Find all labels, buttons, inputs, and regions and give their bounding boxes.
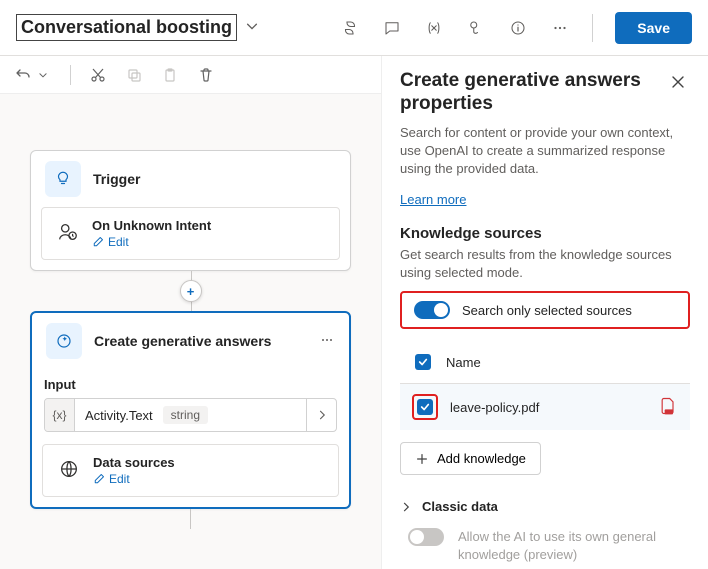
name-column-header: Name xyxy=(446,355,481,370)
copy-icon xyxy=(125,66,143,84)
classic-data-label: Classic data xyxy=(422,499,498,514)
paste-icon xyxy=(161,66,179,84)
gen-title: Create generative answers xyxy=(94,333,271,349)
debug-icon[interactable] xyxy=(466,18,486,38)
comment-icon[interactable] xyxy=(382,18,402,38)
trigger-title: Trigger xyxy=(93,171,140,187)
input-section-label: Input xyxy=(44,377,337,392)
search-selected-toggle[interactable] xyxy=(414,301,450,319)
learn-more-link[interactable]: Learn more xyxy=(400,192,466,207)
fx-icon: {x} xyxy=(45,399,75,431)
trigger-sub-title: On Unknown Intent xyxy=(92,218,211,233)
allow-general-knowledge-label: Allow the AI to use its own general know… xyxy=(458,528,658,563)
ks-row-leave-policy[interactable]: leave-policy.pdf xyxy=(400,384,690,430)
trigger-edit-link[interactable]: Edit xyxy=(92,235,211,249)
edit-label: Edit xyxy=(108,235,129,249)
search-selected-toggle-row: Search only selected sources xyxy=(400,291,690,329)
unknown-intent-icon xyxy=(54,218,82,246)
undo-icon[interactable] xyxy=(14,66,32,84)
edit-label: Edit xyxy=(109,472,130,486)
knowledge-sources-sub: Get search results from the knowledge so… xyxy=(400,246,690,281)
trigger-icon xyxy=(45,161,81,197)
pencil-icon xyxy=(93,473,105,485)
sparkle-icon xyxy=(46,323,82,359)
ks-item-checkbox[interactable] xyxy=(417,399,433,415)
allow-general-knowledge-toggle xyxy=(408,528,444,546)
add-knowledge-label: Add knowledge xyxy=(437,451,526,466)
cut-icon[interactable] xyxy=(89,66,107,84)
input-value-row[interactable]: {x} Activity.Text string xyxy=(44,398,337,432)
separator xyxy=(70,65,71,85)
pdf-file-icon xyxy=(658,396,678,419)
topic-title[interactable]: Conversational boosting xyxy=(16,14,237,41)
ks-item-name: leave-policy.pdf xyxy=(450,400,539,415)
delete-icon[interactable] xyxy=(197,66,215,84)
toggle-label: Search only selected sources xyxy=(462,303,632,318)
trigger-node[interactable]: Trigger On Unknown Intent Edit xyxy=(30,150,351,271)
select-all-checkbox[interactable] xyxy=(415,354,431,370)
plus-icon xyxy=(415,452,429,466)
fx-type-tag: string xyxy=(163,406,208,424)
panel-description: Search for content or provide your own c… xyxy=(400,124,690,179)
add-knowledge-button[interactable]: Add knowledge xyxy=(400,442,541,475)
data-sources-edit-link[interactable]: Edit xyxy=(93,472,175,486)
chevron-down-icon[interactable] xyxy=(243,17,261,38)
generative-answers-node[interactable]: Create generative answers Input {x} Acti… xyxy=(30,311,351,509)
separator xyxy=(592,14,593,42)
data-sources-card[interactable]: Data sources Edit xyxy=(42,444,339,497)
variable-icon[interactable] xyxy=(424,18,444,38)
input-arrow-icon[interactable] xyxy=(306,399,336,431)
chevron-right-icon xyxy=(400,501,412,513)
save-button[interactable]: Save xyxy=(615,12,692,44)
copilot-icon[interactable] xyxy=(340,18,360,38)
classic-data-toggle[interactable]: Classic data xyxy=(400,499,690,514)
knowledge-sources-heading: Knowledge sources xyxy=(400,225,690,242)
ks-header-row: Name xyxy=(400,341,690,384)
trigger-sub-card[interactable]: On Unknown Intent Edit xyxy=(41,207,340,260)
panel-title: Create generative answers properties xyxy=(400,70,666,116)
globe-icon xyxy=(55,455,83,483)
connector-line xyxy=(30,509,351,529)
more-icon[interactable] xyxy=(550,18,570,38)
undo-chevron-icon[interactable] xyxy=(34,66,52,84)
fx-value: Activity.Text xyxy=(75,408,163,423)
node-more-icon[interactable] xyxy=(319,332,335,351)
pencil-icon xyxy=(92,236,104,248)
info-icon[interactable] xyxy=(508,18,528,38)
data-sources-title: Data sources xyxy=(93,455,175,470)
add-node-button[interactable]: + xyxy=(180,280,202,302)
close-icon[interactable] xyxy=(666,70,690,97)
